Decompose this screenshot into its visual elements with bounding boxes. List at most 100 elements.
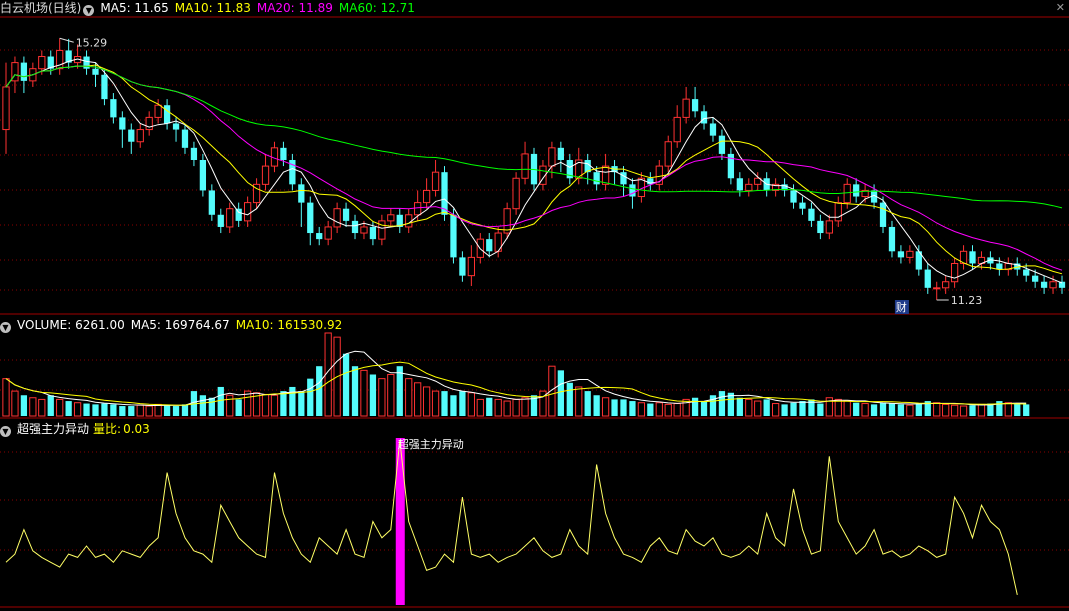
volume-bar — [897, 404, 905, 416]
candle — [1032, 275, 1039, 282]
candle — [307, 202, 314, 234]
volume-bar — [217, 386, 224, 416]
candle — [969, 251, 976, 264]
candle — [369, 226, 377, 240]
volume-bar — [360, 369, 368, 417]
volume-bar — [853, 402, 860, 416]
volume-ma10-line — [5, 361, 1027, 406]
volume-bar — [243, 390, 252, 417]
candle — [906, 250, 914, 258]
candle — [2, 86, 10, 131]
volume-bar — [422, 386, 431, 417]
volume-bar — [56, 398, 64, 417]
candle — [181, 129, 189, 148]
candle — [843, 183, 851, 204]
candle — [834, 202, 842, 222]
volume-bar — [843, 400, 851, 417]
candle — [808, 208, 815, 221]
volume-bar — [754, 400, 762, 417]
volume-bar — [637, 402, 646, 417]
volume-bar — [476, 398, 484, 417]
candle — [790, 190, 797, 203]
volume-bar — [342, 353, 350, 416]
volume-bar — [431, 390, 440, 417]
candle — [387, 214, 395, 222]
volume-bar — [235, 399, 242, 416]
candle — [933, 287, 941, 290]
volume-bar — [11, 390, 19, 417]
signal-label: 超强主力异动 — [398, 437, 464, 451]
volume-bar — [20, 395, 28, 416]
volume-bar — [486, 397, 493, 416]
candle — [1040, 281, 1048, 288]
candle — [316, 233, 323, 240]
candle — [136, 129, 144, 143]
volume-bar — [414, 382, 422, 417]
volume-bar — [378, 378, 386, 417]
candle — [378, 220, 386, 240]
candle — [853, 184, 860, 197]
candle — [208, 190, 215, 215]
volume-bar — [969, 405, 976, 416]
volume-bar — [566, 382, 573, 416]
candle — [879, 202, 887, 227]
volume-bar — [718, 391, 726, 416]
candle — [709, 123, 717, 136]
candle — [351, 220, 359, 234]
high-price-label: 15.29 — [76, 36, 108, 49]
finance-badge[interactable]: 财 — [896, 300, 907, 314]
stock-chart[interactable]: 15.29 11.23 财 超强主力异动 — [0, 0, 1069, 611]
candle — [557, 147, 564, 160]
candle — [226, 208, 234, 228]
volume-bar — [494, 398, 502, 417]
candle — [324, 226, 332, 240]
volume-bar — [736, 397, 743, 416]
candle — [512, 177, 520, 210]
volume-bar — [450, 395, 457, 416]
candle — [817, 220, 824, 234]
candle — [825, 220, 833, 234]
volume-bar — [405, 378, 413, 417]
volume-bar — [459, 391, 466, 416]
candle — [243, 202, 252, 222]
volume-bar — [1014, 403, 1021, 416]
volume-bar — [47, 395, 54, 416]
volume-bar — [270, 394, 279, 417]
candle — [298, 184, 305, 203]
candle — [163, 105, 171, 124]
candle — [261, 165, 270, 185]
volume-bar — [441, 391, 448, 416]
candle — [450, 214, 457, 258]
volume-bar — [790, 402, 797, 416]
candle — [38, 56, 46, 70]
volume-bar — [611, 399, 618, 416]
volume-bar — [763, 399, 770, 416]
candle — [700, 111, 708, 124]
candle — [92, 68, 99, 75]
volume-bar — [629, 401, 636, 416]
volume-bar — [1023, 404, 1030, 416]
volume-bar — [557, 370, 564, 416]
volume-bar — [781, 404, 788, 416]
candle — [280, 147, 287, 160]
candle — [333, 208, 341, 228]
volume-bar — [799, 401, 806, 416]
volume-bar — [655, 402, 663, 417]
volume-bar — [906, 404, 914, 417]
candle — [190, 147, 198, 160]
volume-bar — [1004, 402, 1012, 417]
candle — [235, 208, 242, 221]
volume-bar — [915, 403, 922, 416]
volume-bar — [92, 404, 99, 416]
volume-bar — [870, 404, 878, 416]
volume-bar — [959, 405, 968, 417]
candle — [799, 202, 806, 209]
volume-bar — [521, 397, 529, 417]
candle — [593, 172, 600, 185]
high-pointer — [59, 37, 74, 43]
volume-bar — [467, 392, 475, 417]
volume-bar — [73, 402, 82, 417]
candle — [897, 251, 905, 258]
candle — [736, 178, 743, 191]
volume-bar — [745, 398, 753, 417]
